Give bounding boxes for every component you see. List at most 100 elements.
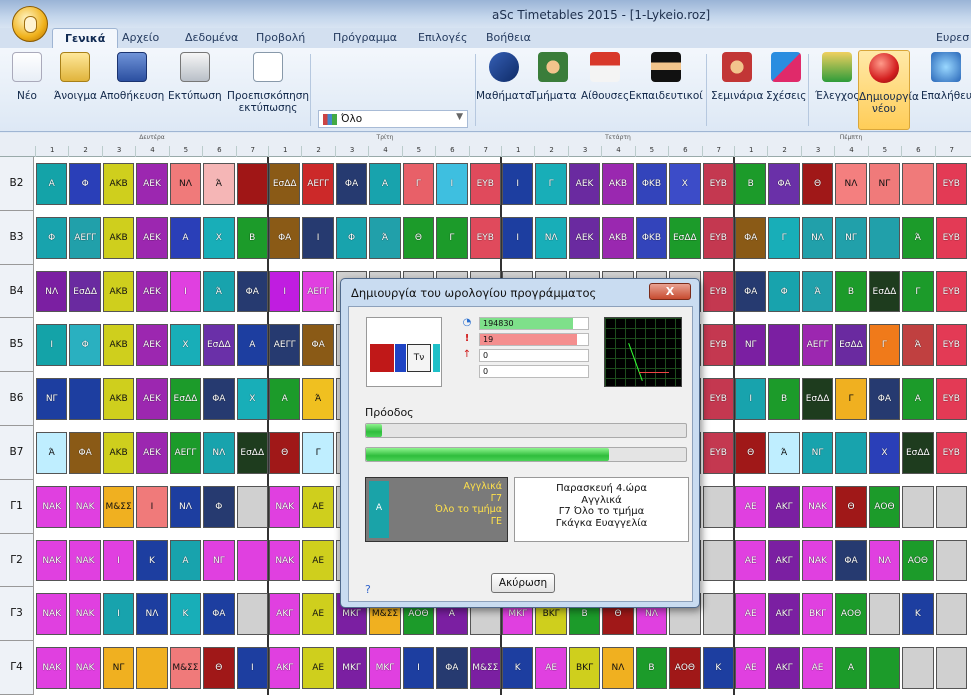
lesson-card[interactable]: ΑΕΓΓ: [801, 324, 834, 367]
lesson-card[interactable]: Ι: [102, 593, 135, 636]
lesson-card[interactable]: ΑΕΚ: [136, 163, 168, 205]
lesson-card[interactable]: Χ: [169, 324, 202, 367]
lesson-card[interactable]: Ά: [902, 216, 934, 259]
lesson-card[interactable]: Χ: [203, 216, 235, 259]
lesson-card[interactable]: Θ: [735, 432, 767, 474]
lesson-card[interactable]: ΝΛ: [136, 593, 168, 636]
lesson-card[interactable]: ΕσΔΔ: [902, 432, 934, 474]
lesson-card[interactable]: Α: [169, 216, 202, 259]
lesson-card[interactable]: ΜΚΓ: [369, 647, 401, 689]
cancel-button[interactable]: Ακύρωση: [491, 573, 555, 593]
lesson-card[interactable]: ΝΛ: [801, 216, 834, 259]
lesson-card[interactable]: ΦΑ: [302, 324, 334, 367]
lesson-card[interactable]: ΑΕ: [302, 485, 334, 528]
lesson-card[interactable]: ΕΥΒ: [702, 270, 734, 313]
lesson-card[interactable]: ΝΑΚ: [69, 485, 101, 528]
row-header-class[interactable]: B2: [0, 157, 34, 211]
lesson-card[interactable]: Ά: [902, 324, 934, 367]
lesson-card[interactable]: ΑΕΚ: [136, 432, 168, 474]
lesson-card[interactable]: ΑΚΓ: [768, 539, 800, 582]
lesson-card[interactable]: Γ: [402, 163, 435, 205]
lesson-card[interactable]: ΕσΔΔ: [669, 216, 701, 259]
lesson-card[interactable]: ΑΕΓΓ: [69, 216, 101, 259]
lesson-card[interactable]: ΑΚΒ: [102, 163, 135, 205]
row-header-class[interactable]: Γ4: [0, 641, 34, 695]
lesson-card[interactable]: ΝΛ: [835, 163, 867, 205]
lesson-card[interactable]: Φ: [203, 485, 235, 528]
lesson-card[interactable]: ΑΟΘ: [669, 647, 701, 689]
lesson-card[interactable]: ΝΛ: [36, 270, 68, 313]
lesson-card[interactable]: ΑΚΓ: [768, 485, 800, 528]
lesson-card[interactable]: ΝΓ: [102, 647, 135, 689]
lesson-card[interactable]: ΕσΔΔ: [69, 270, 101, 313]
lesson-card[interactable]: Α: [835, 647, 867, 689]
lesson-card[interactable]: Β: [735, 163, 767, 205]
lesson-card[interactable]: ΝΑΚ: [36, 593, 68, 636]
lesson-card[interactable]: Α: [236, 324, 268, 367]
lesson-card[interactable]: [868, 593, 901, 636]
lesson-card[interactable]: Ι: [302, 216, 334, 259]
help-link[interactable]: ?: [365, 583, 371, 596]
lesson-card[interactable]: Θ: [801, 163, 834, 205]
lesson-card[interactable]: [236, 539, 268, 582]
row-header-class[interactable]: Γ3: [0, 587, 34, 642]
lesson-card[interactable]: [935, 593, 967, 636]
lesson-card[interactable]: Β: [768, 378, 800, 420]
lesson-card[interactable]: Θ: [402, 216, 435, 259]
lesson-card[interactable]: Γ: [535, 163, 567, 205]
lesson-card[interactable]: ΝΓ: [203, 539, 235, 582]
lesson-card[interactable]: ΑΚΓ: [269, 647, 301, 689]
lesson-card[interactable]: ΝΑΚ: [269, 485, 301, 528]
seminars-button[interactable]: Σεμινάρια: [711, 52, 763, 102]
lesson-card[interactable]: ΕσΔΔ: [269, 163, 301, 205]
lesson-card[interactable]: ΕσΔΔ: [868, 270, 901, 313]
lesson-card[interactable]: Β: [835, 270, 867, 313]
lesson-card[interactable]: ΑΕΚ: [568, 216, 601, 259]
lesson-card[interactable]: ΝΛ: [602, 647, 634, 689]
lesson-card[interactable]: [902, 485, 934, 528]
lesson-card[interactable]: Ά: [768, 432, 800, 474]
relations-button[interactable]: Σχέσεις: [766, 52, 806, 102]
lesson-card[interactable]: ΝΛ: [203, 432, 235, 474]
lesson-card[interactable]: ΝΛ: [169, 485, 202, 528]
lesson-card[interactable]: ΕΥΒ: [702, 432, 734, 474]
class-filter-select[interactable]: Όλο ▼: [318, 110, 468, 128]
lesson-card[interactable]: ΝΑΚ: [801, 539, 834, 582]
lesson-card[interactable]: [935, 485, 967, 528]
lesson-card[interactable]: Κ: [702, 647, 734, 689]
lesson-card[interactable]: ΑΕ: [735, 539, 767, 582]
lesson-card[interactable]: ΦΑ: [69, 432, 101, 474]
lesson-card[interactable]: ΝΑΚ: [69, 539, 101, 582]
lesson-card[interactable]: ΑΕΓΓ: [302, 163, 334, 205]
lesson-card[interactable]: ΑΕ: [302, 539, 334, 582]
lesson-card[interactable]: Μ&ΣΣ: [102, 485, 135, 528]
lesson-card[interactable]: ΑΟΘ: [835, 593, 867, 636]
lesson-card[interactable]: ΦΑ: [203, 593, 235, 636]
row-header-class[interactable]: B4: [0, 264, 34, 319]
lesson-card[interactable]: ΑΚΓ: [768, 593, 800, 636]
lesson-card[interactable]: ΝΑΚ: [69, 647, 101, 689]
subjects-button[interactable]: Μαθήματα: [476, 52, 532, 102]
lesson-card[interactable]: Ι: [735, 378, 767, 420]
lesson-card[interactable]: ΦΚΒ: [635, 163, 668, 205]
lesson-card[interactable]: ΕσΔΔ: [801, 378, 834, 420]
row-header-class[interactable]: B6: [0, 372, 34, 426]
lesson-card[interactable]: ΑΕΚ: [136, 216, 168, 259]
lesson-card[interactable]: Κ: [502, 647, 534, 689]
lesson-card[interactable]: ΦΑ: [335, 163, 368, 205]
lesson-card[interactable]: ΝΑΚ: [69, 593, 101, 636]
lesson-card[interactable]: ΑΕΓΓ: [169, 432, 202, 474]
lesson-card[interactable]: [136, 647, 168, 689]
lesson-card[interactable]: [702, 539, 734, 582]
lesson-card[interactable]: Α: [369, 163, 401, 205]
lesson-card[interactable]: ΑΟΘ: [868, 485, 901, 528]
lesson-card[interactable]: ΑΕ: [735, 593, 767, 636]
lesson-card[interactable]: ΝΛ: [535, 216, 567, 259]
lesson-card[interactable]: ΕσΔΔ: [203, 324, 235, 367]
lesson-card[interactable]: [236, 163, 268, 205]
lesson-card[interactable]: ΑΚΓ: [269, 593, 301, 636]
lesson-card[interactable]: [868, 647, 901, 689]
lesson-card[interactable]: Ι: [402, 647, 435, 689]
lesson-card[interactable]: Θ: [835, 485, 867, 528]
lesson-card[interactable]: Α: [269, 378, 301, 420]
